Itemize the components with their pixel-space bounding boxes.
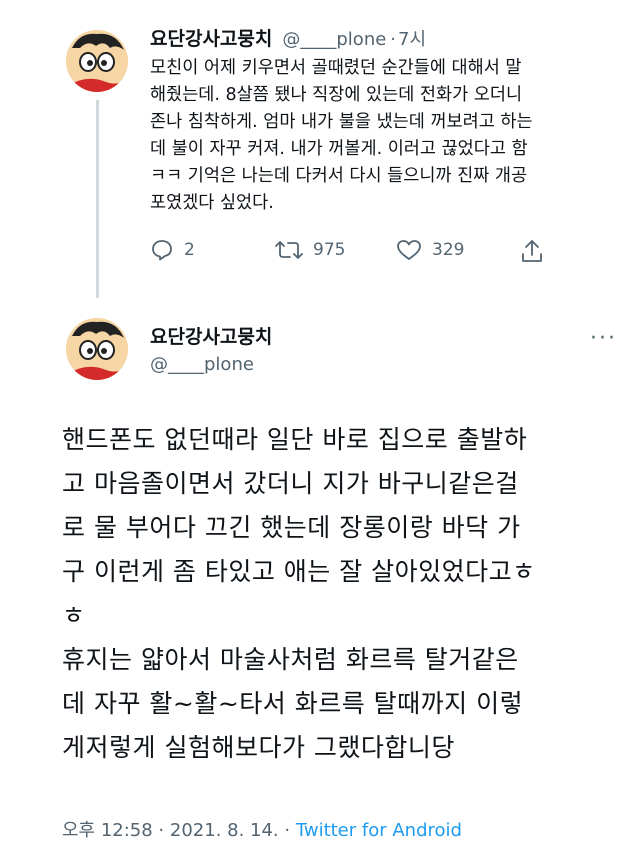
like-button[interactable]: 329	[396, 238, 464, 262]
reply-count: 2	[184, 240, 195, 260]
display-name[interactable]: 요단강사고뭉치	[150, 24, 272, 51]
tweet2-text: 핸드폰도 없던때라 일단 바로 집으로 출발하 고 마음졸이면서 갔더니 지가 …	[62, 425, 536, 762]
retweet-count: 975	[313, 240, 346, 260]
share-icon	[522, 240, 542, 262]
tweet-time[interactable]: 7시	[398, 25, 426, 51]
like-count: 329	[432, 240, 465, 260]
more-options-icon[interactable]: ···	[590, 326, 617, 351]
avatar-image	[66, 30, 128, 92]
retweet-button[interactable]: 975	[275, 238, 345, 262]
display-name[interactable]: 요단강사고뭉치	[150, 322, 272, 349]
share-button[interactable]	[520, 238, 544, 264]
timestamp-text[interactable]: 오후 12:58 · 2021. 8. 14. ·	[62, 820, 296, 841]
separator-dot: ·	[390, 29, 397, 50]
tweet1-header: 요단강사고뭉치 @____plone · 7시	[150, 24, 426, 51]
thread-connector	[96, 100, 99, 298]
avatar[interactable]	[66, 318, 128, 380]
tweet1-actions: 2 975 329	[150, 238, 550, 270]
heart-icon	[397, 240, 421, 260]
tweet-source-link[interactable]: Twitter for Android	[296, 820, 462, 841]
user-handle[interactable]: @____plone	[150, 354, 254, 375]
reply-button[interactable]: 2	[150, 238, 195, 262]
retweet-icon	[275, 241, 303, 259]
avatar[interactable]	[66, 30, 128, 92]
tweet1-text: 모친이 어제 키우면서 골때렸던 순간들에 대해서 말 해줬는데. 8살쯤 됐나…	[150, 58, 533, 213]
avatar-image	[66, 318, 128, 380]
tweet-timestamp: 오후 12:58 · 2021. 8. 14. · Twitter for An…	[62, 816, 462, 842]
reply-icon	[152, 240, 172, 261]
user-handle[interactable]: @____plone	[282, 29, 386, 50]
